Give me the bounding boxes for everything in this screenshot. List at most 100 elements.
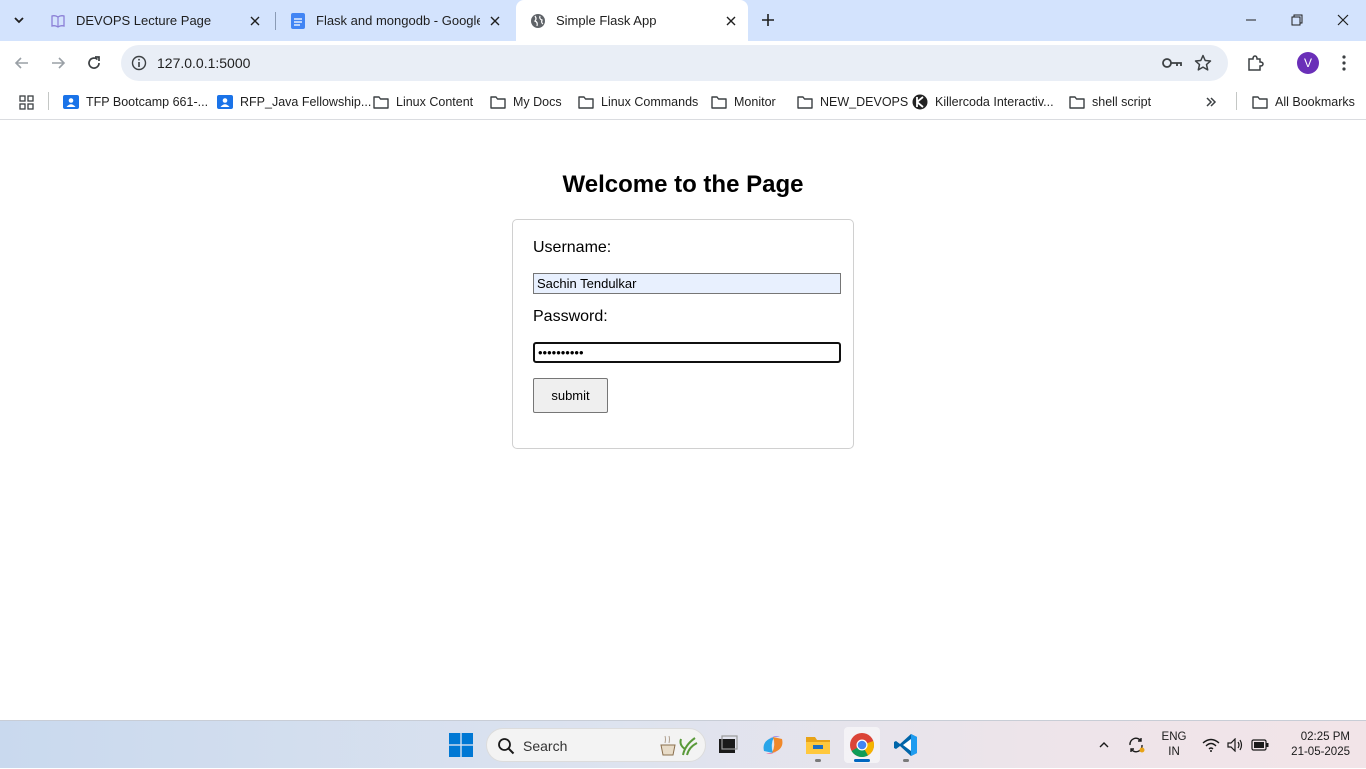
bookmarks-separator [48,92,49,110]
reload-button[interactable] [82,51,106,75]
browser-menu-button[interactable] [1332,51,1356,75]
password-input[interactable] [533,342,841,363]
folder-icon [578,94,594,110]
tab-title: Simple Flask App [556,13,657,28]
close-icon[interactable] [486,12,504,30]
tab-title: DEVOPS Lecture Page [76,13,212,28]
search-icon [498,738,515,755]
reload-icon [88,56,100,69]
task-view-button[interactable] [710,727,746,763]
folder-icon [490,94,506,110]
bookmark-item-shell-script[interactable]: shell script [1069,90,1151,114]
submit-button[interactable]: submit [533,378,608,413]
bookmark-item-monitor[interactable]: Monitor [711,90,776,114]
apps-button[interactable] [18,90,41,114]
bookmark-item-my-docs[interactable]: My Docs [490,90,562,114]
tab-simple-flask-app[interactable]: Simple Flask App [516,0,748,41]
username-label: Username: [533,239,612,256]
new-tab-button[interactable] [756,8,780,32]
globe-icon [530,13,546,29]
bookmark-label: shell script [1092,95,1152,109]
running-indicator [815,759,821,762]
windows-logo-icon [449,733,473,757]
folder-icon [797,94,813,110]
address-bar[interactable]: 127.0.0.1:5000 [121,45,1228,81]
bookmark-star-icon[interactable] [1193,53,1213,73]
start-button[interactable] [443,727,479,763]
classroom-icon [63,94,79,110]
volume-button[interactable] [1225,721,1247,769]
region-code: IN [1168,746,1180,758]
bookmark-label: Monitor [734,95,776,109]
browser-toolbar: 127.0.0.1:5000 [0,41,1366,85]
close-icon[interactable] [722,12,740,30]
system-clock[interactable]: 02:25 PM 21-05-2025 [1282,730,1350,760]
wifi-button[interactable] [1200,721,1222,769]
bookmark-item-killercoda[interactable]: Killercoda Interactiv... [912,90,1054,114]
back-button[interactable] [10,51,34,75]
all-bookmarks-button[interactable]: All Bookmarks [1252,90,1355,114]
chrome-button[interactable] [844,727,880,763]
bookmarks-overflow-button[interactable] [1203,90,1226,114]
bookmark-item-new-devops[interactable]: NEW_DEVOPS [797,90,908,114]
wifi-icon [1202,738,1220,752]
arrow-left-icon [14,57,28,69]
url-text[interactable]: 127.0.0.1:5000 [157,55,250,71]
taskbar-search[interactable]: Search [486,728,706,762]
page-content: Welcome to the Page Username: Password: … [0,121,1366,720]
bookmark-label: All Bookmarks [1275,95,1355,109]
bookmark-label: My Docs [513,95,562,109]
active-indicator [854,759,870,762]
bookmark-item-rfp-java[interactable]: RFP_Java Fellowship... [217,90,371,114]
folder-icon [373,94,389,110]
bookmarks-separator [1236,92,1237,110]
show-hidden-icons-button[interactable] [1093,721,1115,769]
arrow-right-icon [52,57,66,69]
username-input[interactable] [533,273,841,294]
file-explorer-button[interactable] [800,727,836,763]
password-key-icon[interactable] [1161,53,1183,73]
site-info-icon[interactable] [129,53,149,73]
folder-icon [711,94,727,110]
copilot-button[interactable] [755,727,791,763]
language-code: ENG [1161,731,1187,743]
docs-icon [290,12,306,29]
bookmark-label: RFP_Java Fellowship... [240,95,372,109]
kebab-menu-icon [1342,55,1346,71]
clock-time: 02:25 PM [1300,731,1350,743]
puzzle-icon [1248,55,1264,71]
chrome-icon [850,733,875,758]
vscode-icon [894,734,917,756]
battery-button[interactable] [1249,721,1271,769]
classroom-icon [217,94,233,110]
volume-icon [1227,738,1243,752]
restore-button[interactable] [1274,0,1320,40]
language-indicator[interactable]: ENG IN [1158,730,1190,760]
tab-devops-lecture[interactable]: DEVOPS Lecture Page [36,5,272,36]
bookmark-item-linux-commands[interactable]: Linux Commands [578,90,698,114]
tab-flask-mongodb[interactable]: Flask and mongodb - Google D [276,5,512,36]
bookmark-label: Linux Content [396,95,474,109]
bookmark-label: Killercoda Interactiv... [935,95,1054,109]
vscode-button[interactable] [888,727,924,763]
extensions-button[interactable] [1243,51,1267,75]
tab-search-button[interactable] [6,8,32,32]
apps-grid-icon [18,94,34,110]
profile-avatar[interactable]: V [1297,52,1319,74]
restore-icon [1291,14,1303,26]
close-icon[interactable] [246,12,264,30]
tea-cup-icon [660,735,698,756]
killercoda-icon [912,94,928,110]
search-placeholder: Search [523,738,568,754]
forward-button[interactable] [46,51,70,75]
close-window-button[interactable] [1320,0,1366,40]
bookmark-item-tfp-bootcamp[interactable]: TFP Bootcamp 661-... [63,90,208,114]
minimize-button[interactable] [1228,0,1274,40]
folder-icon [1252,94,1268,110]
copilot-icon [763,736,783,754]
password-label: Password: [533,308,608,325]
sync-tray-button[interactable] [1124,721,1148,769]
running-indicator [903,759,909,762]
tab-title: Flask and mongodb - Google D [316,13,480,28]
bookmark-item-linux-content[interactable]: Linux Content [373,90,473,114]
